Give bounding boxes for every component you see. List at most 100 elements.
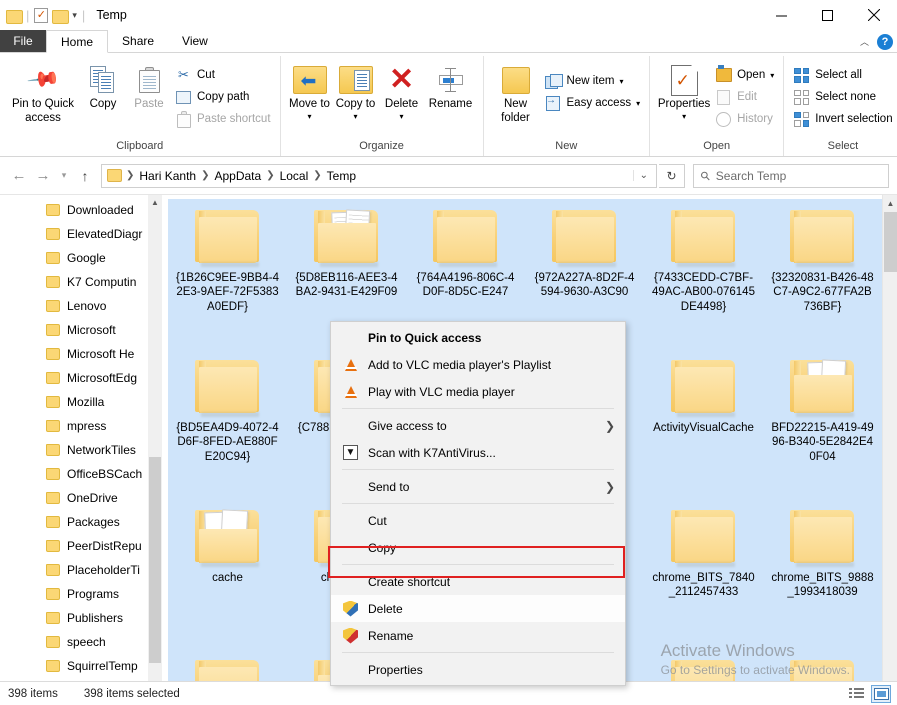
new-item-button[interactable]: New item ▾ bbox=[542, 70, 644, 92]
tile-item[interactable]: chrome_BITS_7840_2112457433 bbox=[644, 499, 763, 649]
easy-access-dropdown-icon[interactable]: ▾ bbox=[636, 99, 640, 108]
nav-item[interactable]: Publishers bbox=[0, 606, 162, 630]
pin-to-quick-access-button[interactable]: 📌 Pin to Quick access bbox=[6, 60, 80, 127]
nav-item[interactable]: PlaceholderTi bbox=[0, 558, 162, 582]
nav-item[interactable]: Programs bbox=[0, 582, 162, 606]
context-menu-item-add-to-vlc-playlist[interactable]: Add to VLC media player's Playlist bbox=[331, 351, 625, 378]
breadcrumb-item-temp[interactable]: Temp bbox=[323, 169, 360, 183]
new-folder-button[interactable]: New folder bbox=[490, 60, 542, 127]
context-menu-item-create-shortcut[interactable]: Create shortcut bbox=[331, 568, 625, 595]
context-menu-item-rename[interactable]: Rename bbox=[331, 622, 625, 649]
recent-locations-icon[interactable]: ▾ bbox=[56, 164, 72, 188]
maximize-button[interactable] bbox=[804, 0, 850, 30]
select-all-button[interactable]: Select all bbox=[790, 64, 895, 86]
nav-item[interactable]: ElevatedDiagr bbox=[0, 222, 162, 246]
navigation-scrollbar[interactable]: ▲ ▼ bbox=[148, 195, 162, 697]
open-dropdown-icon[interactable]: ▾ bbox=[770, 71, 774, 80]
minimize-button[interactable] bbox=[758, 0, 804, 30]
paste-shortcut-button[interactable]: Paste shortcut bbox=[172, 108, 274, 130]
delete-button[interactable]: ✕ Delete ▾ bbox=[379, 60, 425, 123]
tile-item[interactable]: cache bbox=[168, 499, 287, 649]
nav-item[interactable]: Microsoft bbox=[0, 318, 162, 342]
content-scrollbar-thumb[interactable] bbox=[884, 212, 897, 272]
nav-item[interactable]: mpress bbox=[0, 414, 162, 438]
nav-item[interactable]: NetworkTiles bbox=[0, 438, 162, 462]
nav-item[interactable]: Microsoft He bbox=[0, 342, 162, 366]
context-menu-item-cut[interactable]: Cut bbox=[331, 507, 625, 534]
nav-item[interactable]: Lenovo bbox=[0, 294, 162, 318]
tab-file[interactable]: File bbox=[0, 30, 46, 52]
nav-item[interactable]: Downloaded bbox=[0, 198, 162, 222]
nav-item[interactable]: Google bbox=[0, 246, 162, 270]
navigation-scrollbar-thumb[interactable] bbox=[149, 457, 161, 663]
nav-item[interactable]: OneDrive bbox=[0, 486, 162, 510]
tile-item[interactable]: ActivityVisualCache bbox=[644, 349, 763, 499]
new-folder-icon[interactable] bbox=[52, 9, 70, 24]
breadcrumb-item-appdata[interactable]: AppData bbox=[210, 169, 265, 183]
properties-icon[interactable]: ✓ bbox=[34, 7, 49, 23]
context-menu-item-play-with-vlc[interactable]: Play with VLC media player bbox=[331, 378, 625, 405]
easy-access-button[interactable]: Easy access ▾ bbox=[542, 92, 644, 114]
properties-button[interactable]: ✓ Properties ▾ bbox=[656, 60, 712, 123]
breadcrumb-item-user[interactable]: Hari Kanth bbox=[135, 169, 200, 183]
context-menu-item-delete[interactable]: Delete bbox=[331, 595, 625, 622]
context-menu-item-properties[interactable]: Properties bbox=[331, 656, 625, 683]
select-none-button[interactable]: Select none bbox=[790, 86, 895, 108]
chevron-up-icon[interactable]: ︿ bbox=[860, 35, 869, 48]
copy-path-button[interactable]: Copy path bbox=[172, 86, 274, 108]
nav-item[interactable]: Packages bbox=[0, 510, 162, 534]
context-menu-item-scan-with-k7antivirus[interactable]: ▼ Scan with K7AntiVirus... bbox=[331, 439, 625, 466]
tile-item[interactable]: ⚙ ⚙ BFD22215-A419-4996-B340-5E2842E40F04 bbox=[763, 349, 882, 499]
nav-item[interactable]: SquirrelTemp bbox=[0, 654, 162, 678]
open-button[interactable]: Open ▾ bbox=[712, 64, 777, 86]
move-to-button[interactable]: ⬅ Move to ▾ bbox=[287, 60, 333, 123]
refresh-button[interactable]: ↻ bbox=[659, 163, 685, 188]
content-scrollbar[interactable]: ▲ ▼ bbox=[882, 195, 897, 697]
new-item-dropdown-icon[interactable]: ▾ bbox=[619, 77, 623, 86]
delete-dropdown-icon[interactable]: ▾ bbox=[400, 112, 404, 121]
invert-selection-button[interactable]: Invert selection bbox=[790, 108, 895, 130]
large-icons-view-icon[interactable] bbox=[871, 684, 891, 703]
context-menu-item-send-to[interactable]: Send to ❯ bbox=[331, 473, 625, 500]
nav-item[interactable]: PeerDistRepu bbox=[0, 534, 162, 558]
nav-item[interactable]: OfficeBSCach bbox=[0, 462, 162, 486]
scroll-up-icon[interactable]: ▲ bbox=[148, 195, 162, 210]
context-menu-item-pin-to-quick-access[interactable]: Pin to Quick access bbox=[331, 324, 625, 351]
forward-arrow-icon[interactable]: → bbox=[32, 164, 54, 188]
copy-to-dropdown-icon[interactable]: ▾ bbox=[354, 112, 358, 121]
move-to-dropdown-icon[interactable]: ▾ bbox=[308, 112, 312, 121]
context-menu-item-give-access-to[interactable]: Give access to ❯ bbox=[331, 412, 625, 439]
help-icon[interactable]: ? bbox=[877, 33, 893, 50]
close-button[interactable] bbox=[850, 0, 897, 30]
scroll-up-icon[interactable]: ▲ bbox=[883, 195, 897, 211]
breadcrumb[interactable]: ❯ Hari Kanth ❯ AppData ❯ Local ❯ Temp ⌄ bbox=[101, 163, 657, 188]
nav-item[interactable]: MicrosoftEdg bbox=[0, 366, 162, 390]
paste-button[interactable]: Paste bbox=[126, 60, 172, 114]
tile-item[interactable]: chrome_BITS_9888_1993418039 bbox=[763, 499, 882, 649]
tile-item[interactable]: {BD5EA4D9-4072-4D6F-8FED-AE880FE20C94} bbox=[168, 349, 287, 499]
properties-dropdown-icon[interactable]: ▾ bbox=[682, 112, 686, 121]
tab-view[interactable]: View bbox=[168, 30, 222, 52]
copy-to-button[interactable]: Copy to ▾ bbox=[333, 60, 379, 123]
tile-item[interactable]: {7433CEDD-C7BF-49AC-AB00-076145DE4498} bbox=[644, 199, 763, 349]
breadcrumb-dropdown-icon[interactable]: ⌄ bbox=[632, 170, 654, 181]
breadcrumb-item-local[interactable]: Local bbox=[276, 169, 313, 183]
context-menu-item-copy[interactable]: Copy bbox=[331, 534, 625, 561]
tab-share[interactable]: Share bbox=[108, 30, 168, 52]
back-arrow-icon[interactable]: ← bbox=[8, 164, 30, 188]
up-arrow-icon[interactable]: ↑ bbox=[74, 164, 96, 188]
copy-button[interactable]: Copy bbox=[80, 60, 126, 114]
tile-item[interactable]: {1B26C9EE-9BB4-42E3-9AEF-72F5383A0EDF} bbox=[168, 199, 287, 349]
nav-item[interactable]: speech bbox=[0, 630, 162, 654]
search-input[interactable]: ⚲ Search Temp bbox=[693, 163, 889, 188]
cut-button[interactable]: ✂ Cut bbox=[172, 64, 274, 86]
nav-item[interactable]: K7 Computin bbox=[0, 270, 162, 294]
rename-button[interactable]: Rename bbox=[425, 60, 477, 114]
tab-home[interactable]: Home bbox=[46, 30, 109, 53]
tile-item[interactable]: {32320831-B426-48C7-A9C2-677FA2B736BF} bbox=[763, 199, 882, 349]
chevron-down-icon[interactable]: ▾ bbox=[72, 10, 77, 21]
details-view-icon[interactable] bbox=[846, 685, 866, 703]
history-button[interactable]: History bbox=[712, 108, 777, 130]
nav-item[interactable]: Mozilla bbox=[0, 390, 162, 414]
edit-button[interactable]: Edit bbox=[712, 86, 777, 108]
